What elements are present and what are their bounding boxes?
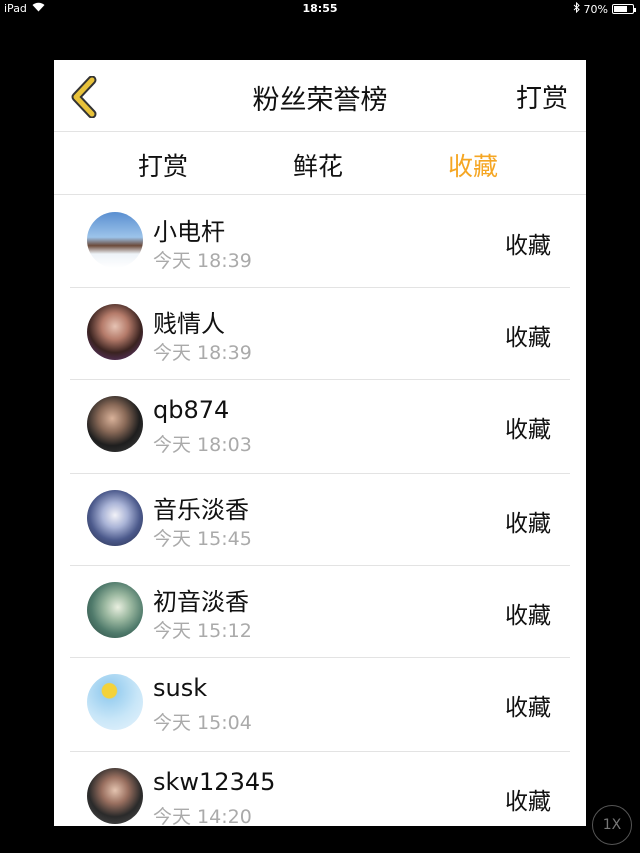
favorite-label: 收藏 <box>505 603 551 629</box>
avatar <box>87 582 143 638</box>
list-item[interactable]: susk 今天 15:04 收藏 <box>54 658 586 752</box>
tab-bar: 打赏 鲜花 收藏 <box>54 133 586 195</box>
zoom-button[interactable]: 1X <box>592 805 632 845</box>
fan-time: 今天 15:45 <box>153 528 252 550</box>
fan-time: 今天 18:39 <box>153 342 252 364</box>
favorite-label: 收藏 <box>505 233 551 259</box>
bluetooth-icon <box>573 1 580 16</box>
avatar <box>87 490 143 546</box>
navbar: 粉丝荣誉榜 打赏 <box>54 60 586 132</box>
list-item[interactable]: 音乐淡香 今天 15:45 收藏 <box>54 474 586 566</box>
avatar <box>87 304 143 360</box>
page-title: 粉丝荣誉榜 <box>252 85 388 116</box>
favorite-label: 收藏 <box>505 511 551 537</box>
list-item[interactable]: 贱情人 今天 18:39 收藏 <box>54 288 586 380</box>
fan-name: 音乐淡香 <box>153 496 249 524</box>
fan-time: 今天 18:39 <box>153 250 252 272</box>
favorite-label: 收藏 <box>505 789 551 815</box>
fan-time: 今天 14:20 <box>153 806 252 826</box>
fan-name: 贱情人 <box>153 310 225 338</box>
tab-favorites[interactable]: 收藏 <box>448 147 498 183</box>
list-item[interactable]: 小电杆 今天 18:39 收藏 <box>54 196 586 288</box>
avatar <box>87 212 143 268</box>
fan-name: qb874 <box>153 396 230 424</box>
list-item[interactable]: skw12345 今天 14:20 收藏 <box>54 752 586 826</box>
avatar <box>87 768 143 824</box>
avatar <box>87 396 143 452</box>
fan-name: skw12345 <box>153 768 276 796</box>
status-time: 18:55 <box>302 2 338 15</box>
list-item[interactable]: qb874 今天 18:03 收藏 <box>54 380 586 474</box>
favorite-label: 收藏 <box>505 417 551 443</box>
fan-time: 今天 15:04 <box>153 712 252 734</box>
favorite-label: 收藏 <box>505 325 551 351</box>
fan-name: 小电杆 <box>153 218 225 246</box>
reward-button[interactable]: 打赏 <box>516 78 568 115</box>
fan-time: 今天 18:03 <box>153 434 252 456</box>
list-item[interactable]: 初音淡香 今天 15:12 收藏 <box>54 566 586 658</box>
tab-flowers[interactable]: 鲜花 <box>293 147 343 183</box>
battery-icon <box>612 4 636 14</box>
tab-reward[interactable]: 打赏 <box>138 147 188 183</box>
fan-name: 初音淡香 <box>153 588 249 616</box>
fan-time: 今天 15:12 <box>153 620 252 642</box>
status-bar: iPad 18:55 70% <box>0 0 640 18</box>
avatar <box>87 674 143 730</box>
app-screen: 粉丝荣誉榜 打赏 打赏 鲜花 收藏 小电杆 今天 18:39 收藏 贱情人 今天… <box>54 60 586 826</box>
battery-percent: 70% <box>583 2 608 16</box>
fan-name: susk <box>153 674 208 702</box>
favorite-label: 收藏 <box>505 695 551 721</box>
fan-list: 小电杆 今天 18:39 收藏 贱情人 今天 18:39 收藏 qb874 今天… <box>54 196 586 826</box>
